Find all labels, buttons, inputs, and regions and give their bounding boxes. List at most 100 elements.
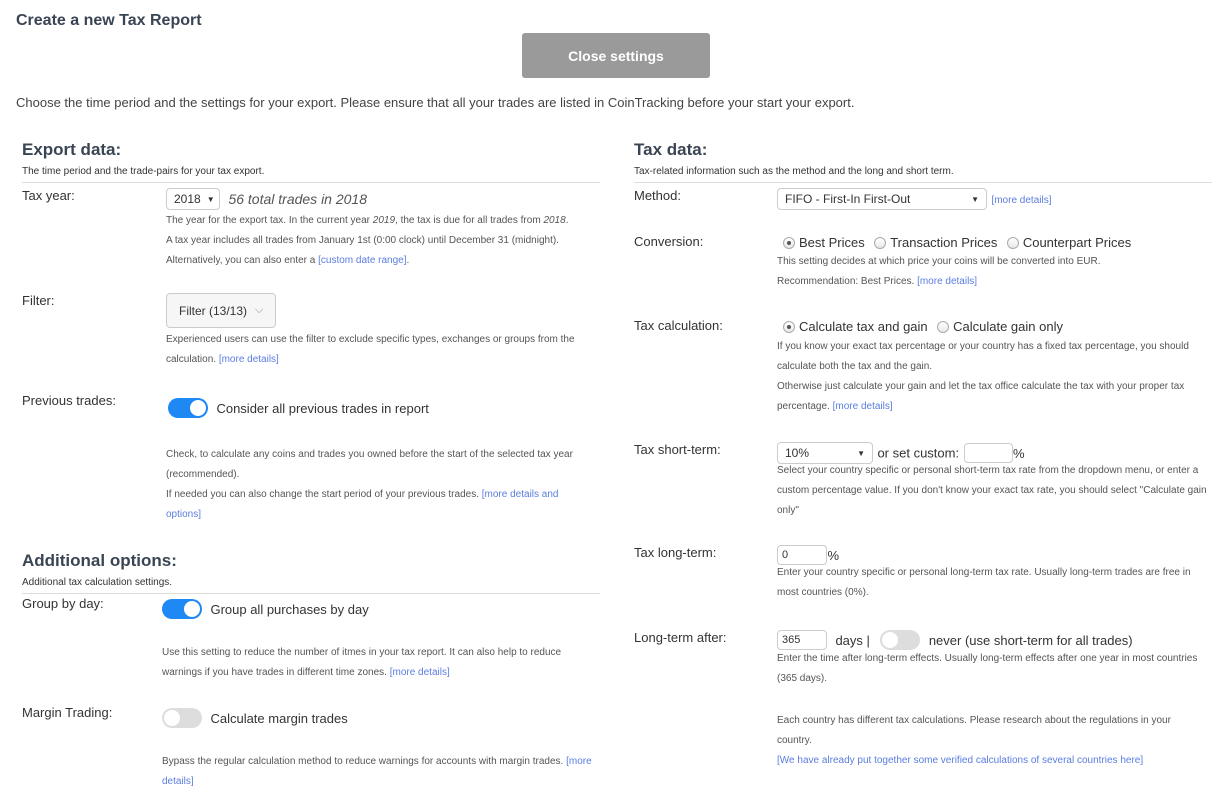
tax-year-label: Tax year: [22,188,75,203]
tax-calculation-label: Tax calculation: [634,318,723,333]
help-text: , the tax is due for all trades from [395,215,544,226]
toggle-knob [189,399,207,417]
tax-calculation-help: If you know your exact tax percentage or… [777,337,1202,417]
toggle-knob [881,631,900,649]
method-label: Method: [634,188,681,203]
section-subtitle: Additional tax calculation settings. [22,577,173,588]
caret-down-icon: ▼ [857,448,865,458]
margin-trading-toggle-label: Calculate margin trades [210,710,348,726]
conversion-radio-transaction-prices[interactable] [874,236,887,249]
short-term-rate-value: 10% [785,446,810,460]
help-text: A tax year includes all trades from Janu… [166,235,559,246]
filter-button-label: Filter (13/13) [179,303,248,318]
page-title: Create a new Tax Report [16,12,202,29]
method-value: FIFO - First-In First-Out [785,192,911,206]
conversion-help: This setting decides at which price your… [777,252,1197,292]
divider [634,182,1212,183]
divider [22,182,600,183]
long-term-days-input[interactable] [777,630,827,650]
conversion-more-details-link[interactable]: [more details] [917,276,977,287]
conversion-radio-group: Best Prices Transaction Prices Counterpa… [783,234,1203,252]
help-text: This setting decides at which price your… [777,256,1101,267]
long-term-rate-input[interactable] [777,545,827,565]
toggle-knob [163,709,181,727]
help-text: Alternatively, you can also enter a [166,255,319,266]
help-text: . [406,255,410,266]
margin-trading-help: Bypass the regular calculation method to… [162,752,602,792]
long-term-after-help: Enter the time after long-term effects. … [777,649,1207,771]
tax-calculation-more-details-link[interactable]: [more details] [833,401,893,412]
chevron-down-icon: ⌵ [255,304,264,316]
filter-dropdown-button[interactable]: Filter (13/13) ⌵ [166,293,277,328]
group-by-day-label: Group by day: [22,596,104,611]
tax-short-term-label: Tax short-term: [634,442,721,457]
previous-trades-label: Previous trades: [22,393,116,408]
close-settings-button[interactable]: Close settings [522,33,710,78]
tax-year: 2018 [543,215,566,226]
section-subtitle: Tax-related information such as the meth… [634,166,954,177]
tax-long-term-help: Enter your country specific or personal … [777,567,1191,598]
current-year: 2019 [372,215,396,226]
custom-rate-input[interactable] [963,443,1013,463]
section-title: Export data: [22,140,122,159]
percent-sign: % [827,547,840,563]
radio-label: Calculate gain only [953,319,1063,335]
tax-calculation-radio-group: Calculate tax and gain Calculate gain on… [783,318,1203,336]
total-trades-note: 56 total trades in 2018 [228,191,367,207]
help-text: Bypass the regular calculation method to… [162,756,567,767]
group-by-day-more-details-link[interactable]: [more details] [390,667,450,678]
help-text: The year for the export tax. In the curr… [166,215,373,226]
previous-trades-help: Check, to calculate any coins and trades… [166,445,576,525]
radio-label: Calculate tax and gain [799,319,928,335]
help-text: Use this setting to reduce the number of… [162,647,562,678]
tax-year-value: 2018 [174,192,201,206]
radio-label: Best Prices [799,235,865,251]
tax-short-term-help: Select your country specific or personal… [777,465,1207,516]
section-title: Additional options: [22,551,177,570]
never-long-term-toggle[interactable] [880,630,921,650]
caret-down-icon: ▼ [206,194,215,204]
country-note: Each country has different tax calculati… [777,715,1171,746]
days-label: days | [835,632,870,648]
filter-label: Filter: [22,293,55,308]
radio-label: Transaction Prices [890,235,998,251]
margin-trading-label: Margin Trading: [22,705,113,720]
tax-long-term-label: Tax long-term: [634,545,717,560]
conversion-label: Conversion: [634,234,704,249]
help-text: Enter the time after long-term effects. … [777,653,1198,684]
intro-text: Choose the time period and the settings … [16,95,855,110]
percent-sign: % [1013,445,1025,461]
help-text: If needed you can also change the start … [166,489,482,500]
tax-year-help: The year for the export tax. In the curr… [166,211,606,271]
group-by-day-toggle-label: Group all purchases by day [210,601,369,617]
group-by-day-help: Use this setting to reduce the number of… [162,643,592,683]
tax-calc-radio-gain-only[interactable] [937,320,950,333]
method-more-details-link[interactable]: [more details] [991,195,1051,206]
method-select[interactable]: FIFO - First-In First-Out ▼ [777,188,987,210]
caret-down-icon: ▼ [971,194,979,204]
help-text: . [565,215,569,226]
filter-help: Experienced users can use the filter to … [166,330,596,370]
help-text: If you know your exact tax percentage or… [777,341,1189,372]
margin-trading-toggle[interactable] [162,708,202,728]
group-by-day-toggle[interactable] [162,599,202,619]
filter-more-details-link[interactable]: [more details] [219,354,279,365]
additional-options-section: Additional options: Additional tax calcu… [22,551,600,594]
conversion-radio-counterpart-prices[interactable] [1006,236,1019,249]
help-text: Check, to calculate any coins and trades… [166,449,573,480]
custom-date-range-link[interactable]: [custom date range] [318,255,406,266]
tax-year-select[interactable]: 2018 ▼ [166,188,220,210]
tax-calc-radio-tax-and-gain[interactable] [783,320,795,333]
previous-trades-toggle-label: Consider all previous trades in report [216,400,429,416]
help-text: Recommendation: Best Prices. [777,276,918,287]
section-subtitle: The time period and the trade-pairs for … [22,166,265,177]
radio-label: Counterpart Prices [1022,235,1132,251]
custom-rate-label: or set custom: [877,445,960,461]
toggle-knob [183,600,201,618]
previous-trades-toggle[interactable] [168,398,208,418]
conversion-radio-best-prices[interactable] [783,236,795,249]
long-term-after-label: Long-term after: [634,630,727,645]
country-calculations-link[interactable]: [We have already put together some verif… [777,755,1143,766]
divider [22,593,600,594]
never-long-term-toggle-label: never (use short-term for all trades) [928,632,1133,648]
